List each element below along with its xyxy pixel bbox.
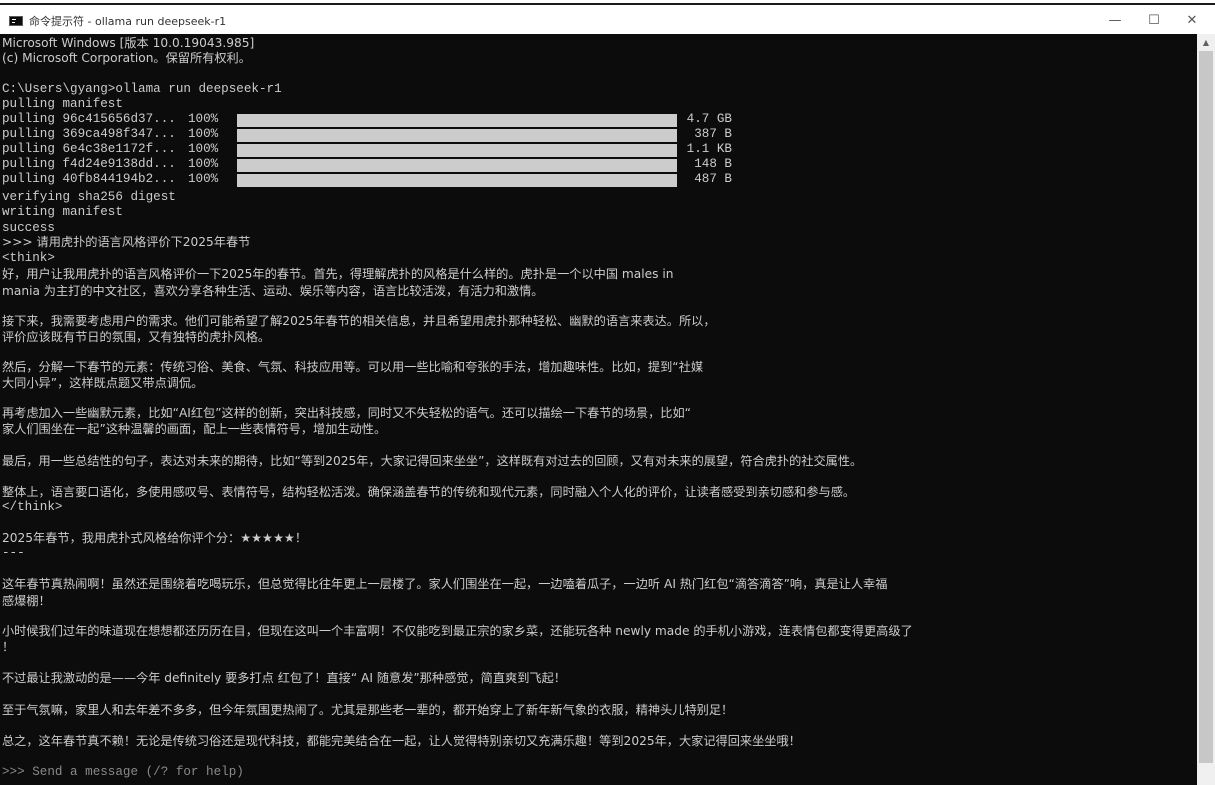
verifying-line: verifying sha256 digest (2, 190, 176, 204)
think-line: 接下来，我需要考虑用户的需求。他们可能希望了解2025年春节的相关信息，并且希望… (2, 314, 716, 328)
pull-progress-bar (237, 144, 677, 157)
scroll-thumb[interactable] (1199, 51, 1213, 763)
pull-label: pulling 6e4c38e1172f... (2, 142, 176, 156)
think-line: 再考虑加入一些幽默元素，比如“AI红包”这样的创新，突出科技感，同时又不失轻松的… (2, 406, 691, 420)
think-line: 然后，分解一下春节的元素：传统习俗、美食、气氛、科技应用等。可以用一些比喻和夸张… (2, 360, 704, 374)
message-input-prompt[interactable]: >>> Send a message (/? for help) (2, 765, 244, 780)
answer-line: 感爆棚！ (2, 594, 51, 608)
pull-size: 487 B (694, 172, 732, 186)
window-title: 命令提示符 - ollama run deepseek-r1 (29, 15, 227, 28)
pull-size: 148 B (694, 157, 732, 171)
command-line: C:\Users\gyang>ollama run deepseek-r1 (2, 82, 282, 96)
maximize-button[interactable]: ☐ (1134, 8, 1174, 34)
answer-intro: 2025年春节，我用虎扑式风格给你评个分：★★★★★！ (2, 531, 308, 545)
console-output[interactable]: Microsoft Windows [版本 10.0.19043.985] (c… (0, 34, 1197, 785)
copyright-line: (c) Microsoft Corporation。保留所有权利。 (2, 51, 251, 65)
answer-line: 至于气氛嘛，家里人和去年差不多多，但今年氛围更热闹了。尤其是那些老一辈的，都开始… (2, 703, 734, 717)
version-line: Microsoft Windows [版本 10.0.19043.985] (2, 36, 255, 50)
command-prompt-icon (9, 16, 23, 26)
scroll-up-arrow-icon[interactable]: ▲ (1197, 34, 1215, 51)
pull-percent: 100% (188, 172, 219, 186)
close-button[interactable]: ✕ (1172, 8, 1212, 34)
pulling-manifest-line: pulling manifest (2, 97, 123, 111)
think-close-tag: </think> (2, 500, 63, 514)
think-open-tag: <think> (2, 251, 55, 265)
pull-size: 4.7 GB (686, 112, 732, 126)
minimize-button[interactable]: — (1095, 8, 1135, 34)
pull-label: pulling f4d24e9138dd... (2, 157, 176, 171)
think-line: mania 为主打的中文社区，喜欢分享各种生活、运动、娱乐等内容，语言比较活泼，… (2, 284, 544, 298)
pull-progress-bar (237, 114, 677, 127)
think-line: 评价应该既有节日的氛围，又有独特的虎扑风格。 (2, 330, 271, 344)
pull-size: 1.1 KB (686, 142, 732, 156)
pull-progress-bar (237, 159, 677, 172)
answer-separator: --- (2, 546, 25, 560)
vertical-scrollbar[interactable]: ▲ (1197, 34, 1215, 785)
writing-manifest-line: writing manifest (2, 205, 123, 219)
title-bar[interactable]: 命令提示符 - ollama run deepseek-r1 — ☐ ✕ (0, 8, 1215, 34)
pull-label: pulling 40fb844194b2... (2, 172, 176, 186)
think-line: 好，用户让我用虎扑的语言风格评价一下2025年的春节。首先，得理解虎扑的风格是什… (2, 267, 674, 281)
success-line: success (2, 221, 55, 235)
pull-progress-bar (237, 174, 677, 187)
answer-line: 小时候我们过年的味道现在想想都还历历在目，但现在这叫一个丰富啊！不仅能吃到最正宗… (2, 624, 913, 638)
think-line: 家人们围坐在一起”这种温馨的画面，配上一些表情符号，增加生动性。 (2, 422, 387, 436)
answer-line: 总之，这年春节真不赖！无论是传统习俗还是现代科技，都能完美结合在一起，让人觉得特… (2, 734, 801, 748)
pull-label: pulling 369ca498f347... (2, 127, 176, 141)
pull-size: 387 B (694, 127, 732, 141)
pull-percent: 100% (188, 157, 219, 171)
answer-line: ！ (2, 640, 15, 654)
user-prompt: >>> 请用虎扑的语言风格评价下2025年春节 (2, 235, 251, 249)
answer-line: 这年春节真热闹啊！虽然还是围绕着吃喝玩乐，但总觉得比往年更上一层楼了。家人们围坐… (2, 577, 888, 591)
pull-percent: 100% (188, 127, 219, 141)
pull-percent: 100% (188, 112, 219, 126)
pull-progress-bar (237, 129, 677, 142)
think-line: 大同小异”，这样既点题又带点调侃。 (2, 376, 204, 390)
answer-line: 不过最让我激动的是——今年 definitely 要多打点 红包了！直接“ AI… (2, 671, 566, 685)
think-line: 整体上，语言要口语化，多使用感叹号、表情符号，结构轻松活泼。确保涵盖春节的传统和… (2, 485, 856, 499)
think-line: 最后，用一些总结性的句子，表达对未来的期待，比如“等到2025年，大家记得回来坐… (2, 454, 863, 468)
window-top-border (0, 3, 1215, 5)
pull-percent: 100% (188, 142, 219, 156)
pull-label: pulling 96c415656d37... (2, 112, 176, 126)
